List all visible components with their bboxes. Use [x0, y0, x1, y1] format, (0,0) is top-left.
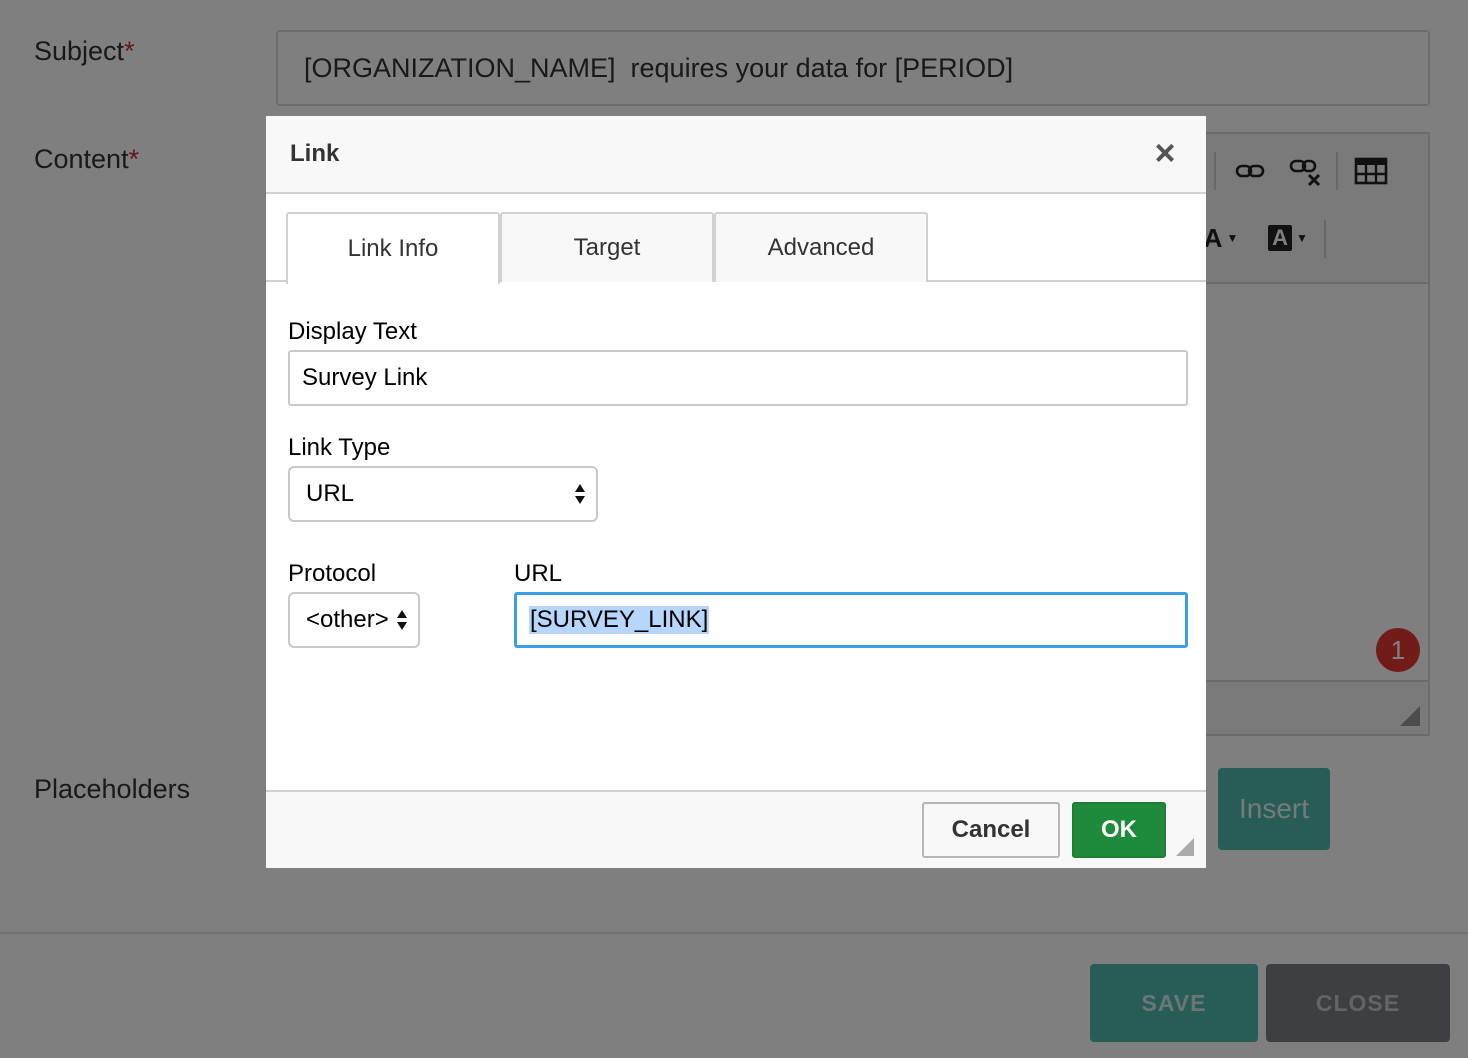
tab-advanced[interactable]: Advanced	[714, 212, 928, 282]
tab-target[interactable]: Target	[500, 212, 714, 282]
url-input[interactable]: [SURVEY_LINK]	[514, 592, 1188, 648]
ok-button[interactable]: OK	[1072, 802, 1166, 858]
close-icon[interactable]: ×	[1150, 135, 1180, 171]
tab-link-info[interactable]: Link Info	[286, 212, 500, 284]
dialog-resize-handle[interactable]	[1176, 838, 1194, 856]
dialog-tabs: Link Info Target Advanced	[266, 212, 1206, 284]
link-type-select[interactable]: URL	[288, 466, 598, 522]
url-value-selected: [SURVEY_LINK]	[529, 606, 710, 634]
protocol-value: <other>	[306, 606, 389, 633]
dialog-footer: Cancel OK	[266, 790, 1206, 868]
link-dialog: Link × Link Info Target Advanced Display…	[266, 116, 1206, 868]
link-type-value: URL	[306, 480, 355, 507]
protocol-select[interactable]: <other>	[288, 592, 420, 648]
dialog-header: Link ×	[266, 116, 1206, 194]
cancel-button[interactable]: Cancel	[922, 802, 1060, 858]
url-label: URL	[514, 560, 563, 587]
dialog-title: Link	[290, 140, 340, 167]
display-text-label: Display Text	[288, 318, 417, 345]
select-arrows-icon	[397, 610, 407, 630]
select-arrows-icon	[575, 484, 585, 504]
link-type-label: Link Type	[288, 434, 391, 461]
display-text-input[interactable]: Survey Link	[288, 350, 1188, 406]
protocol-label: Protocol	[288, 560, 377, 587]
